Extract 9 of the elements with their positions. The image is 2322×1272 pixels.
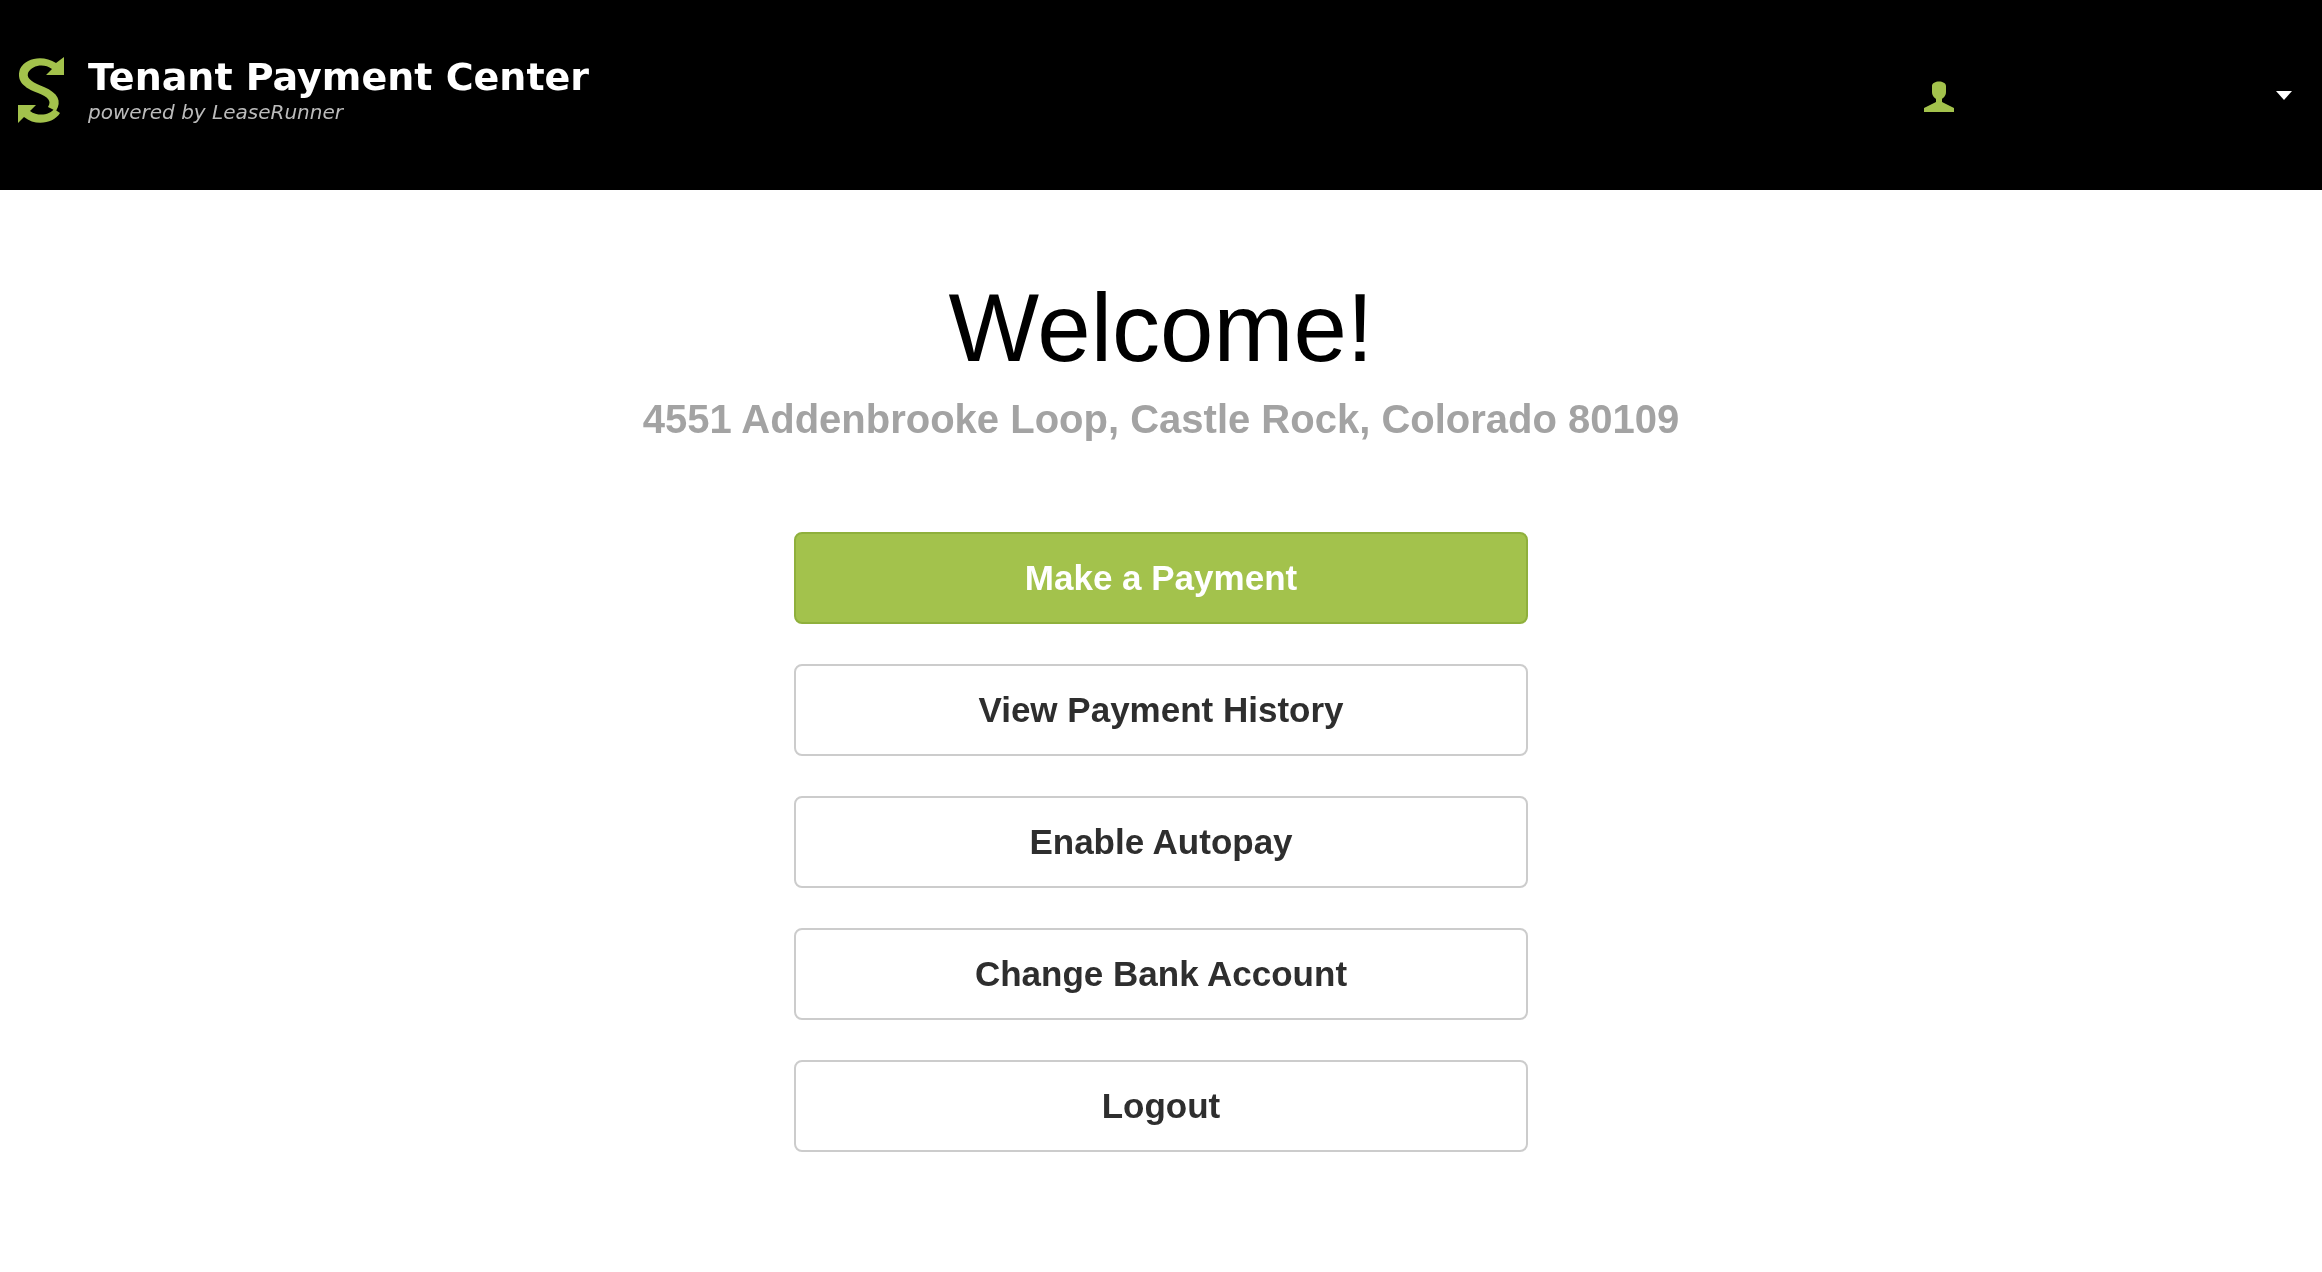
menu-button[interactable]: View Payment History [794,664,1528,757]
caret-icon [2276,90,2292,100]
property-address: 4551 Addenbrooke Loop, Castle Rock, Colorado 80109 [642,397,1680,443]
menu-button[interactable]: Logout [794,1060,1528,1153]
menu-button[interactable]: Enable Autopay [794,796,1528,889]
welcome-heading: Welcome! [948,273,1374,383]
app-subtitle: powered by LeaseRunner [88,99,345,124]
menu-button[interactable]: Change Bank Account [794,928,1528,1021]
app-title: Tenant Payment Center [88,56,590,100]
